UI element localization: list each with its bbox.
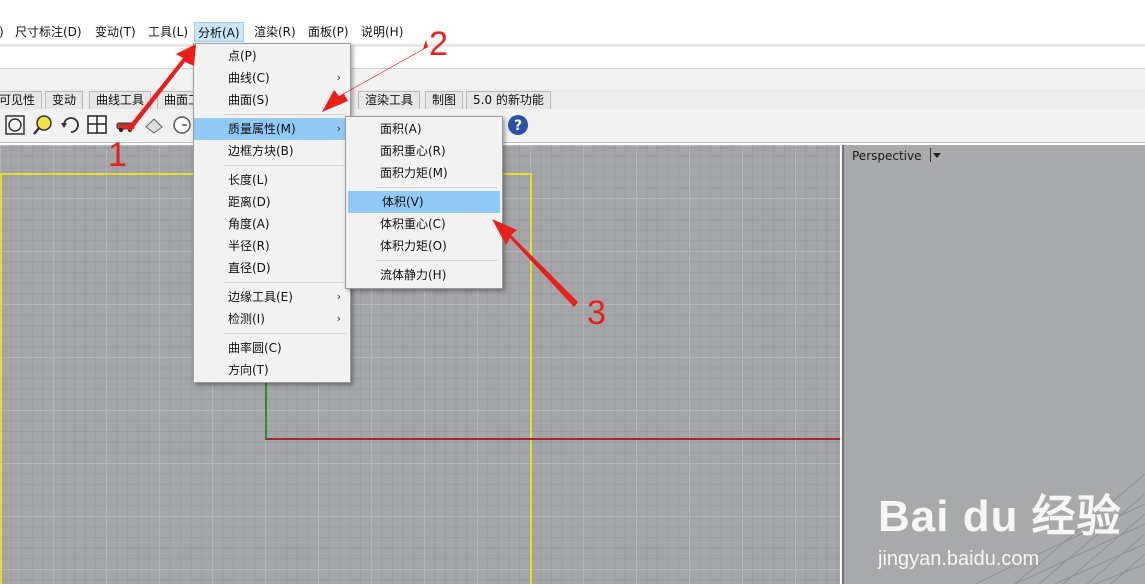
arrow-1 xyxy=(123,44,196,131)
arrow-3 xyxy=(492,219,578,307)
annotation-number-1: 1 xyxy=(108,136,127,174)
arrow-2 xyxy=(322,40,428,112)
watermark-url: jingyan.baidu.com xyxy=(878,548,1040,570)
annotation-number-2: 2 xyxy=(429,25,448,63)
watermark-logo-text: Bai du 经验 xyxy=(878,492,1122,541)
annotation-number-3: 3 xyxy=(587,294,606,332)
baidu-watermark: Bai du 经验 jingyan.baidu.com xyxy=(878,480,1122,571)
